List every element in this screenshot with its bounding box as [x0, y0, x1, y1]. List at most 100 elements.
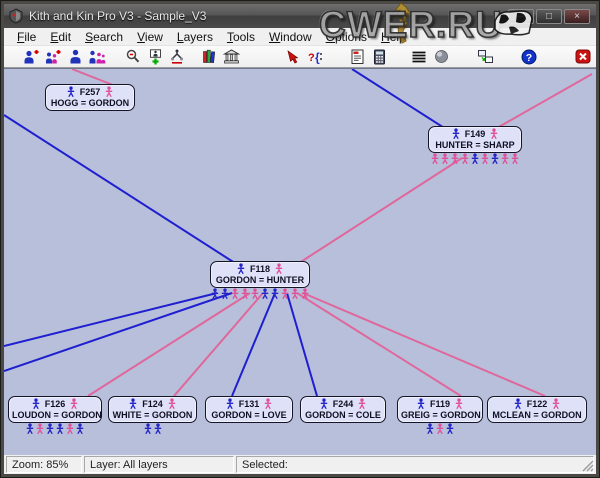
husband-icon	[237, 263, 245, 274]
link-line	[287, 293, 317, 396]
link-line	[497, 74, 592, 128]
export-icon[interactable]	[474, 47, 496, 66]
minimize-button[interactable]: –	[508, 9, 534, 24]
link-line	[303, 293, 545, 396]
family-box-f257[interactable]: F257 HOGG = GORDON	[45, 84, 135, 111]
family-name: GORDON = COLE	[304, 410, 382, 420]
children-row	[206, 422, 292, 423]
husband-icon	[226, 398, 234, 409]
family-id: F131	[239, 399, 260, 409]
select-pointer-icon[interactable]	[282, 47, 304, 66]
help-icon[interactable]: ?	[518, 47, 540, 66]
husband-icon	[320, 398, 328, 409]
view-person-icon[interactable]	[64, 47, 86, 66]
wife-icon	[455, 398, 463, 409]
family-id: F119	[430, 399, 450, 409]
children-row	[398, 422, 482, 434]
chart-canvas[interactable]: F257 HOGG = GORDON F149 HUNTER = SHARP F…	[4, 68, 596, 455]
wife-icon	[552, 398, 560, 409]
find-icon[interactable]	[122, 47, 144, 66]
add-person-icon[interactable]	[20, 47, 42, 66]
wife-icon	[275, 263, 283, 274]
family-box-f149[interactable]: F149 HUNTER = SHARP	[428, 126, 522, 153]
menu-file[interactable]: File	[10, 29, 43, 45]
add-record-icon[interactable]	[144, 47, 166, 66]
husband-icon	[32, 398, 40, 409]
maximize-button[interactable]: □	[536, 9, 562, 24]
children-row	[109, 422, 196, 434]
husband-icon	[129, 398, 137, 409]
view-family-icon[interactable]	[86, 47, 108, 66]
calculator-icon[interactable]	[368, 47, 390, 66]
menu-options[interactable]: Options	[319, 29, 374, 45]
status-bar: Zoom: 85% Layer: All layers Selected:	[4, 455, 596, 474]
svg-text:?: ?	[308, 52, 315, 64]
family-name: GORDON = HUNTER	[214, 275, 306, 285]
family-id: F122	[527, 399, 548, 409]
archive-icon[interactable]	[220, 47, 242, 66]
svg-text:?: ?	[526, 52, 532, 64]
wife-icon	[105, 86, 113, 97]
resize-grip[interactable]	[581, 459, 594, 472]
husband-icon	[514, 398, 522, 409]
family-name: GORDON = LOVE	[209, 410, 289, 420]
wife-icon	[168, 398, 176, 409]
children-row	[301, 422, 385, 423]
husband-icon	[67, 86, 75, 97]
family-box-f119[interactable]: F119 GREIG = GORDON	[397, 396, 483, 423]
layers-icon[interactable]	[408, 47, 430, 66]
menu-window[interactable]: Window	[262, 29, 319, 45]
husband-icon	[417, 398, 425, 409]
link-line	[297, 293, 461, 396]
title-bar[interactable]: Kith and Kin Pro V3 - Sample_V3 – □ ×	[4, 4, 596, 28]
app-window: Kith and Kin Pro V3 - Sample_V3 – □ × CW…	[0, 0, 600, 478]
menu-help[interactable]: Help	[374, 29, 413, 45]
family-box-f124[interactable]: F124 WHITE = GORDON	[108, 396, 197, 423]
link-line	[4, 293, 232, 371]
family-id: F257	[80, 87, 101, 97]
family-name: HUNTER = SHARP	[432, 140, 518, 150]
menu-tools[interactable]: Tools	[220, 29, 262, 45]
menu-view[interactable]: View	[130, 29, 170, 45]
family-box-f244[interactable]: F244 GORDON = COLE	[300, 396, 386, 423]
children-row	[9, 422, 101, 434]
close-button[interactable]: ×	[564, 9, 590, 24]
link-line	[4, 115, 238, 265]
status-zoom: Zoom: 85%	[6, 456, 82, 473]
menu-layers[interactable]: Layers	[170, 29, 220, 45]
family-id: F149	[465, 129, 486, 139]
exit-icon[interactable]	[572, 47, 594, 66]
family-name: MCLEAN = GORDON	[491, 410, 583, 420]
family-name: GREIG = GORDON	[401, 410, 479, 420]
menu-edit[interactable]: Edit	[43, 29, 78, 45]
window-title: Kith and Kin Pro V3 - Sample_V3	[29, 9, 206, 23]
menu-bar: File Edit Search View Layers Tools Windo…	[4, 28, 596, 46]
menu-search[interactable]: Search	[78, 29, 130, 45]
status-layer: Layer: All layers	[84, 456, 234, 473]
family-id: F126	[45, 399, 66, 409]
family-box-f118[interactable]: F118 GORDON = HUNTER	[210, 261, 310, 288]
family-name: WHITE = GORDON	[112, 410, 193, 420]
sources-icon[interactable]	[198, 47, 220, 66]
family-box-f122[interactable]: F122 MCLEAN = GORDON	[487, 396, 587, 423]
wife-icon	[358, 398, 366, 409]
husband-icon	[452, 128, 460, 139]
link-line	[4, 293, 217, 346]
tree-view-icon[interactable]	[166, 47, 188, 66]
svg-text:{: {	[315, 51, 320, 65]
link-line	[296, 158, 462, 265]
add-family-icon[interactable]	[42, 47, 64, 66]
family-box-f126[interactable]: F126 LOUDON = GORDON	[8, 396, 102, 423]
wife-icon	[490, 128, 498, 139]
report-icon[interactable]	[346, 47, 368, 66]
family-name: LOUDON = GORDON	[12, 410, 98, 420]
family-id: F118	[250, 264, 270, 274]
children-row	[429, 152, 521, 164]
children-row	[211, 287, 309, 299]
family-box-f131[interactable]: F131 GORDON = LOVE	[205, 396, 293, 423]
link-line	[232, 293, 275, 396]
status-selected: Selected:	[236, 456, 594, 473]
wife-icon	[70, 398, 78, 409]
query-icon[interactable]: ?{	[304, 47, 326, 66]
globe-icon[interactable]	[430, 47, 452, 66]
